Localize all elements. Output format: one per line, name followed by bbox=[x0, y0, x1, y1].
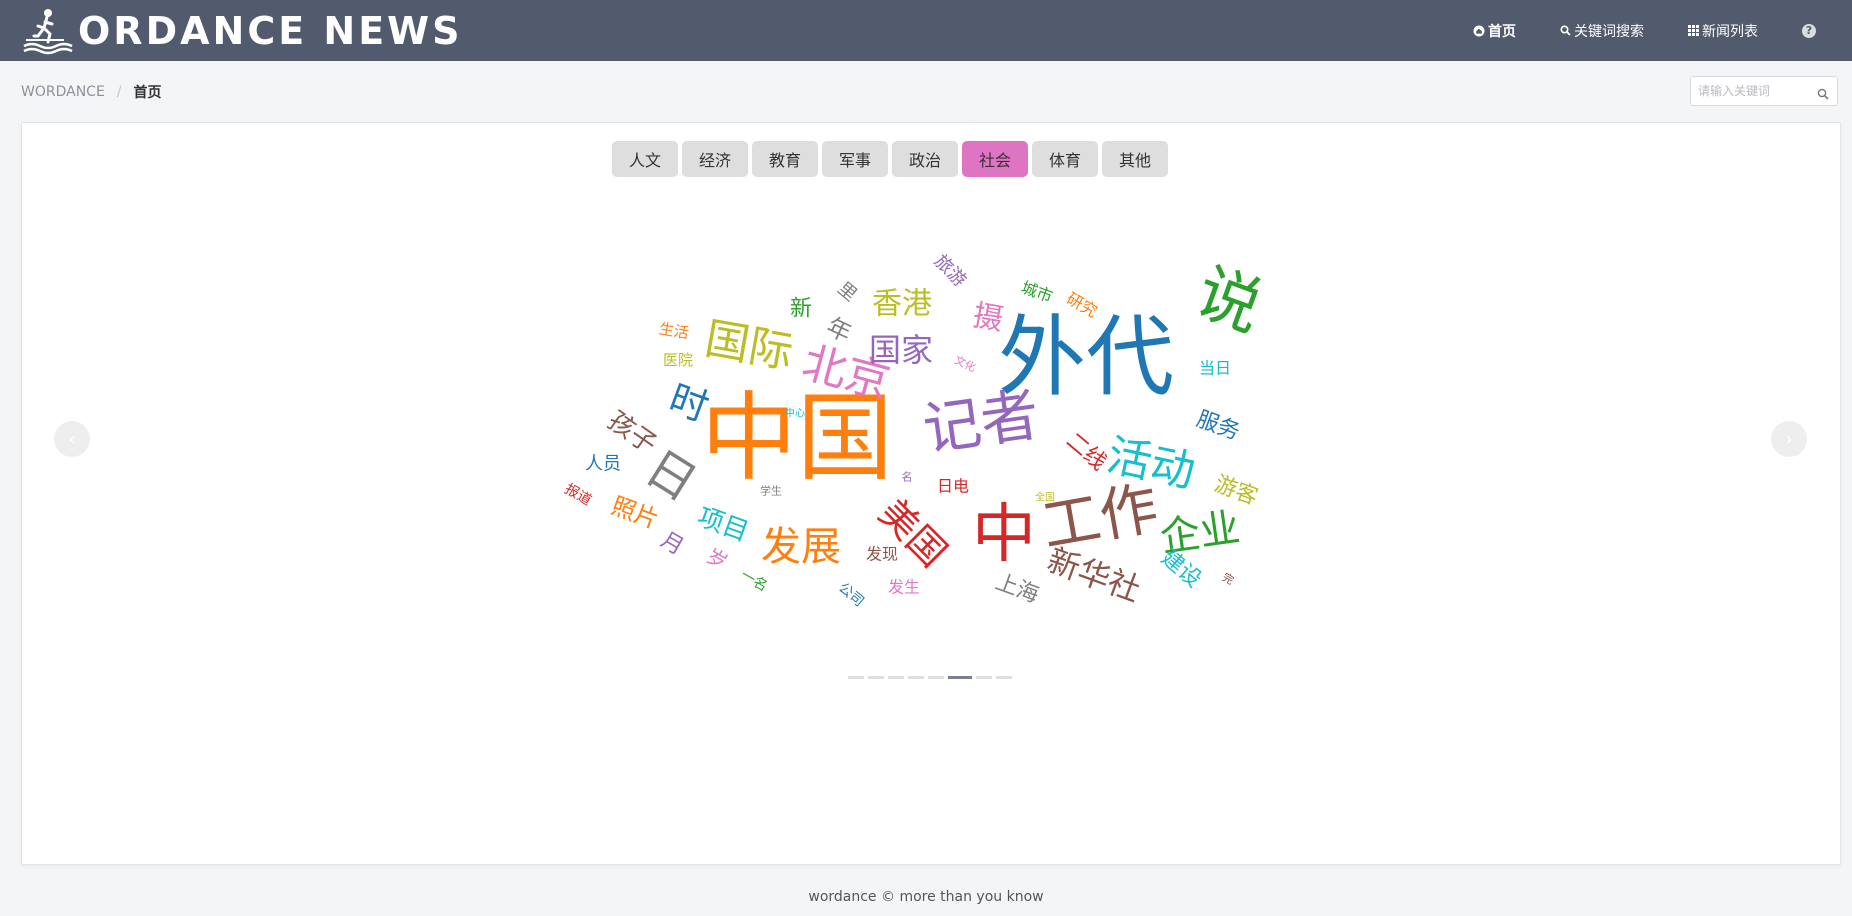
logo-runner-icon bbox=[20, 6, 76, 56]
wordcloud-word[interactable]: 学生 bbox=[760, 484, 782, 498]
wordcloud-word[interactable]: 香港 bbox=[872, 287, 932, 322]
wordcloud-word[interactable]: 文化 bbox=[952, 353, 978, 375]
wordcloud-word[interactable]: 新 bbox=[790, 297, 812, 322]
logo-text: ORDANCE NEWS bbox=[78, 8, 463, 53]
wordcloud-word[interactable]: 一名 bbox=[738, 567, 770, 595]
breadcrumb-current: 首页 bbox=[133, 85, 162, 101]
wordcloud-word[interactable]: 说 bbox=[1186, 255, 1271, 346]
wordcloud-word[interactable]: 岁 bbox=[702, 544, 731, 575]
help-button[interactable]: ? bbox=[1802, 23, 1852, 38]
carousel-dot-5[interactable] bbox=[948, 676, 972, 679]
wordcloud-word[interactable]: 公司 bbox=[835, 580, 867, 610]
carousel-dot-4[interactable] bbox=[928, 676, 944, 679]
wordcloud-word[interactable]: 发展 bbox=[761, 524, 841, 570]
carousel-dot-3[interactable] bbox=[908, 676, 924, 679]
wordcloud-word[interactable]: 里 bbox=[833, 278, 860, 306]
wordcloud-word[interactable]: 生活 bbox=[658, 320, 691, 343]
wordcloud-word[interactable]: 发现 bbox=[866, 545, 898, 564]
wordcloud-word[interactable]: 城市 bbox=[1019, 278, 1056, 307]
wordcloud-panel: 人文 经济 教育 军事 政治 社会 体育 其他 外代 中国说记者中工作 北京 活动 发展 国际日企业 新华… bbox=[21, 122, 1841, 865]
wordcloud-word[interactable]: 人员 bbox=[585, 454, 621, 475]
nav-home-label: 首页 bbox=[1488, 23, 1516, 40]
top-navbar: ORDANCE NEWS 首页 关键词搜索 新闻列表 ? bbox=[0, 0, 1852, 61]
wordcloud-word[interactable]: 月 bbox=[656, 528, 688, 561]
carousel-dot-6[interactable] bbox=[976, 676, 992, 679]
carousel-indicators bbox=[848, 676, 1016, 679]
wordcloud-word[interactable]: 上海 bbox=[992, 570, 1042, 609]
chevron-right-icon: › bbox=[1785, 428, 1793, 450]
wordcloud-word[interactable]: 名 bbox=[902, 470, 913, 484]
wordcloud-word[interactable]: 当日 bbox=[1199, 359, 1231, 378]
carousel-dot-2[interactable] bbox=[888, 676, 904, 679]
wordcloud-word[interactable]: 全国 bbox=[1035, 491, 1055, 504]
word-cloud: 外代中国说记者中 工作北京活动发展国际日企业新华社美国国家时香港项目照片孩子摄服务… bbox=[562, 251, 1272, 610]
chevron-left-icon: ‹ bbox=[68, 428, 76, 450]
nav-news-list[interactable]: 新闻列表 bbox=[1688, 21, 1758, 41]
wordcloud-word[interactable]: 报道 bbox=[562, 481, 594, 509]
carousel-dot-0[interactable] bbox=[848, 676, 864, 679]
carousel-dot-7[interactable] bbox=[996, 676, 1012, 679]
main-nav: 首页 关键词搜索 新闻列表 ? bbox=[1429, 0, 1852, 61]
carousel-dot-1[interactable] bbox=[868, 676, 884, 679]
keyword-search-input[interactable] bbox=[1691, 77, 1818, 105]
search-icon[interactable] bbox=[1817, 85, 1829, 104]
wordcloud-word[interactable]: 国家 bbox=[869, 331, 933, 369]
nav-news-list-label: 新闻列表 bbox=[1702, 23, 1758, 40]
breadcrumb-root[interactable]: WORDANCE bbox=[21, 84, 105, 100]
logo[interactable]: ORDANCE NEWS bbox=[20, 0, 462, 61]
home-icon bbox=[1473, 25, 1485, 37]
carousel-prev-button[interactable]: ‹ bbox=[54, 421, 90, 457]
breadcrumb-separator: / bbox=[116, 84, 122, 100]
nav-home[interactable]: 首页 bbox=[1473, 21, 1516, 41]
wordcloud-word[interactable]: 记者 bbox=[919, 380, 1043, 463]
wordcloud-word[interactable]: 中 bbox=[972, 498, 1036, 572]
wordcloud-word[interactable]: 项目 bbox=[693, 502, 752, 548]
nav-keyword-search-label: 关键词搜索 bbox=[1574, 23, 1644, 40]
wordcloud-word[interactable]: 国际 bbox=[701, 313, 797, 379]
help-icon: ? bbox=[1802, 23, 1816, 38]
wordcloud-word[interactable]: 中心 bbox=[785, 407, 805, 420]
carousel-next-button[interactable]: › bbox=[1771, 421, 1807, 457]
breadcrumb: WORDANCE / 首页 bbox=[21, 82, 162, 102]
wordcloud-word[interactable]: 摄 bbox=[970, 298, 1006, 338]
grid-icon bbox=[1688, 25, 1699, 36]
nav-keyword-search[interactable]: 关键词搜索 bbox=[1560, 21, 1644, 41]
wordcloud-word[interactable]: 二线 bbox=[1061, 428, 1111, 475]
wordcloud-word[interactable]: 完 bbox=[1220, 570, 1237, 588]
wordcloud-word[interactable]: 日电 bbox=[937, 477, 969, 496]
wordcloud-word[interactable]: 孩子 bbox=[602, 406, 662, 460]
wordcloud-word[interactable]: 发生 bbox=[888, 578, 920, 597]
wordcloud-word[interactable]: 旅游 bbox=[930, 251, 970, 291]
wordcloud-word[interactable]: 医院 bbox=[663, 351, 693, 369]
search-icon bbox=[1560, 25, 1571, 36]
footer: wordance © more than you know bbox=[808, 889, 1044, 905]
keyword-search-box bbox=[1690, 76, 1838, 106]
wordcloud-word[interactable]: 服务 bbox=[1193, 407, 1243, 446]
